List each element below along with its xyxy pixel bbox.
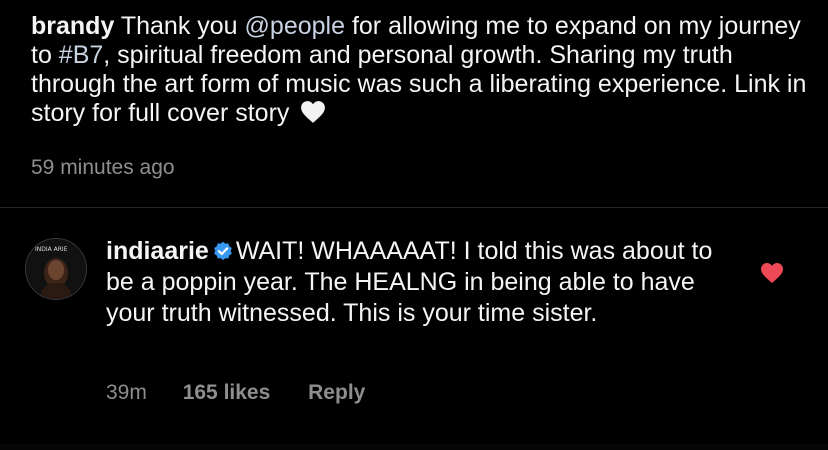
- likes-count[interactable]: 165 likes: [183, 381, 271, 405]
- comment-meta: 39m 165 likes Reply: [106, 381, 365, 405]
- hashtag-link[interactable]: #B7: [59, 41, 103, 69]
- heart-icon[interactable]: [760, 262, 784, 284]
- verified-badge-icon: [213, 238, 233, 260]
- post-caption: brandy Thank you @people for allowing me…: [31, 12, 811, 128]
- mention-link[interactable]: @people: [245, 12, 345, 40]
- white-heart-icon: [300, 100, 326, 124]
- avatar[interactable]: INDIA ARIE: [25, 238, 87, 300]
- reply-button[interactable]: Reply: [308, 381, 365, 405]
- divider: [0, 207, 828, 208]
- comment-username[interactable]: indiaarie: [106, 237, 209, 265]
- post-timestamp: 59 minutes ago: [31, 156, 175, 179]
- comment-body: indiaarie WAIT! WHAAAAAT! I told this was…: [106, 236, 726, 329]
- comment-time: 39m: [106, 381, 147, 404]
- post-username[interactable]: brandy: [31, 12, 114, 40]
- caption-text: , spiritual freedom and personal growth.…: [31, 41, 807, 127]
- avatar-label: INDIA ARIE: [35, 246, 68, 253]
- caption-text: Thank you: [114, 12, 245, 40]
- next-comment-edge: [0, 444, 828, 450]
